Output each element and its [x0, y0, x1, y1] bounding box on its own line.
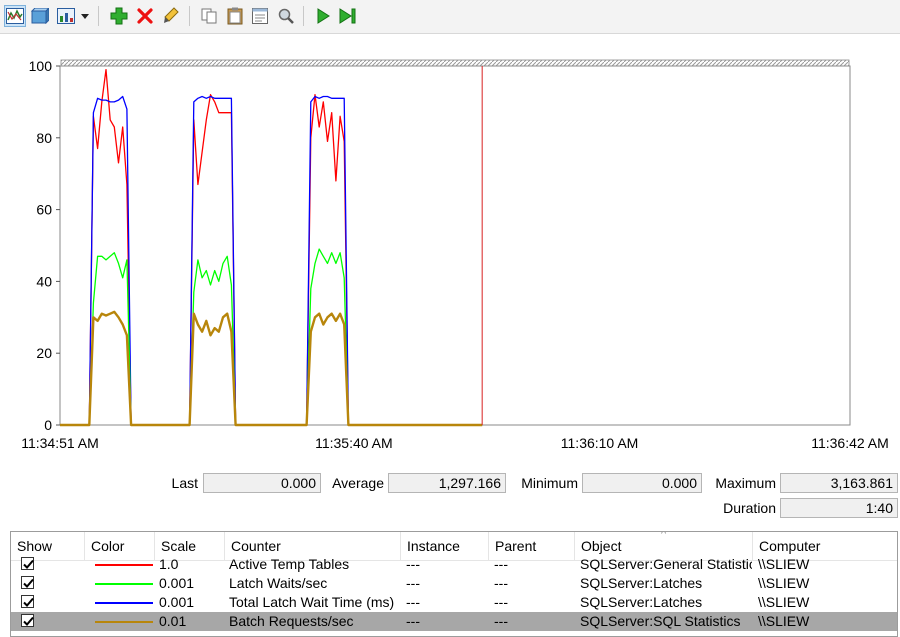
- counter-cell: Batch Requests/sec: [229, 613, 354, 629]
- view-histogram-icon[interactable]: [29, 5, 51, 27]
- minimum-label: Minimum: [521, 475, 578, 491]
- counter-row[interactable]: 0.001 Total Latch Wait Time (ms) --- --- SQL…: [11, 593, 897, 612]
- object-cell: SQLServer:Latches: [580, 594, 703, 610]
- counter-cell: Total Latch Wait Time (ms): [229, 594, 395, 610]
- graph-panel: 0 20 40 60 80 100 11:34:51 AM 11:35:40 AM 11:36:…: [0, 34, 900, 462]
- average-label: Average: [332, 475, 384, 491]
- color-cell: [89, 593, 155, 612]
- dropdown-arrow-icon[interactable]: [78, 5, 92, 27]
- counter-cell: Active Temp Tables: [229, 556, 350, 572]
- counter-cell: Latch Waits/sec: [229, 575, 328, 591]
- performance-monitor-window: 0 20 40 60 80 100 11:34:51 AM 11:35:40 AM 11:36:…: [0, 0, 900, 637]
- counter-row[interactable]: 1.0 Active Temp Tables --- --- SQLServer:Gen…: [11, 555, 897, 574]
- checkmark-icon: [23, 597, 34, 607]
- parent-cell: ---: [494, 613, 508, 629]
- instance-cell: ---: [406, 594, 420, 610]
- scale-cell: 0.001: [159, 575, 195, 591]
- object-cell: SQLServer:Latches: [580, 575, 703, 591]
- color-cell: [89, 574, 155, 593]
- update-data-icon[interactable]: [337, 5, 359, 27]
- last-label: Last: [171, 475, 198, 491]
- y-tick-label: 100: [29, 58, 53, 74]
- y-tick-label: 40: [36, 273, 52, 289]
- y-tick-label: 20: [36, 345, 52, 361]
- sort-indicator-icon: ^: [661, 531, 667, 540]
- show-checkbox[interactable]: [21, 576, 34, 589]
- unfreeze-display-icon[interactable]: [312, 5, 334, 27]
- duration-label: Duration: [723, 500, 776, 516]
- scale-top-band: [60, 59, 850, 67]
- instance-cell: ---: [406, 613, 420, 629]
- color-swatch: [95, 602, 153, 604]
- last-value: 0.000: [203, 473, 321, 493]
- parent-cell: ---: [494, 556, 508, 572]
- object-cell: SQLServer:SQL Statistics: [580, 613, 741, 629]
- computer-cell: \\SLIEW: [758, 613, 810, 629]
- parent-cell: ---: [494, 575, 508, 591]
- x-tick-label: 11:36:42 AM: [811, 435, 889, 451]
- checkmark-icon: [23, 559, 34, 569]
- scale-cell: 0.01: [159, 613, 187, 629]
- parent-cell: ---: [494, 594, 508, 610]
- counter-row[interactable]: 0.001 Latch Waits/sec --- --- SQLServer:Latc…: [11, 574, 897, 593]
- counter-row[interactable]: 0.01 Batch Requests/sec --- --- SQLServer:SQ…: [11, 612, 897, 631]
- show-checkbox[interactable]: [21, 557, 34, 570]
- paste-counter-list-icon[interactable]: [224, 5, 246, 27]
- color-cell: [89, 612, 155, 631]
- x-tick-label: 11:36:10 AM: [561, 435, 639, 451]
- copy-properties-icon[interactable]: [198, 5, 220, 27]
- maximum-label: Maximum: [715, 475, 776, 491]
- y-tick-label: 60: [36, 202, 52, 218]
- scale-cell: 1.0: [159, 556, 179, 572]
- x-tick-label: 11:34:51 AM: [21, 435, 99, 451]
- performance-line-chart: 0 20 40 60 80 100 11:34:51 AM 11:35:40 AM 11:36:…: [21, 58, 889, 451]
- minimum-value: 0.000: [582, 473, 702, 493]
- zoom-icon[interactable]: [275, 5, 297, 27]
- show-checkbox[interactable]: [21, 614, 34, 627]
- computer-cell: \\SLIEW: [758, 594, 810, 610]
- y-tick-label: 0: [44, 417, 52, 433]
- plot-area: [59, 65, 851, 426]
- instance-cell: ---: [406, 575, 420, 591]
- color-swatch: [95, 621, 153, 623]
- x-tick-label: 11:35:40 AM: [315, 435, 393, 451]
- view-report-icon[interactable]: [55, 5, 77, 27]
- scale-cell: 0.001: [159, 594, 195, 610]
- color-swatch: [95, 564, 153, 566]
- duration-value: 1:40: [780, 498, 898, 518]
- instance-cell: ---: [406, 556, 420, 572]
- checkmark-icon: [23, 616, 34, 626]
- toolbar: [0, 0, 900, 34]
- color-swatch: [95, 583, 153, 585]
- show-checkbox[interactable]: [21, 595, 34, 608]
- computer-cell: \\SLIEW: [758, 556, 810, 572]
- y-tick-label: 80: [36, 130, 52, 146]
- computer-cell: \\SLIEW: [758, 575, 810, 591]
- highlight-icon[interactable]: [160, 5, 182, 27]
- average-value: 1,297.166: [388, 473, 506, 493]
- color-cell: [89, 555, 155, 574]
- checkmark-icon: [23, 578, 34, 588]
- object-cell: SQLServer:General Statistics: [580, 556, 752, 572]
- properties-icon[interactable]: [249, 5, 271, 27]
- maximum-value: 3,163.861: [780, 473, 898, 493]
- counter-list[interactable]: Show Color Scale Counter Instance Parent…: [10, 531, 898, 637]
- view-graph-icon[interactable]: [4, 5, 26, 27]
- delete-counter-icon[interactable]: [134, 5, 156, 27]
- add-counter-icon[interactable]: [108, 5, 130, 27]
